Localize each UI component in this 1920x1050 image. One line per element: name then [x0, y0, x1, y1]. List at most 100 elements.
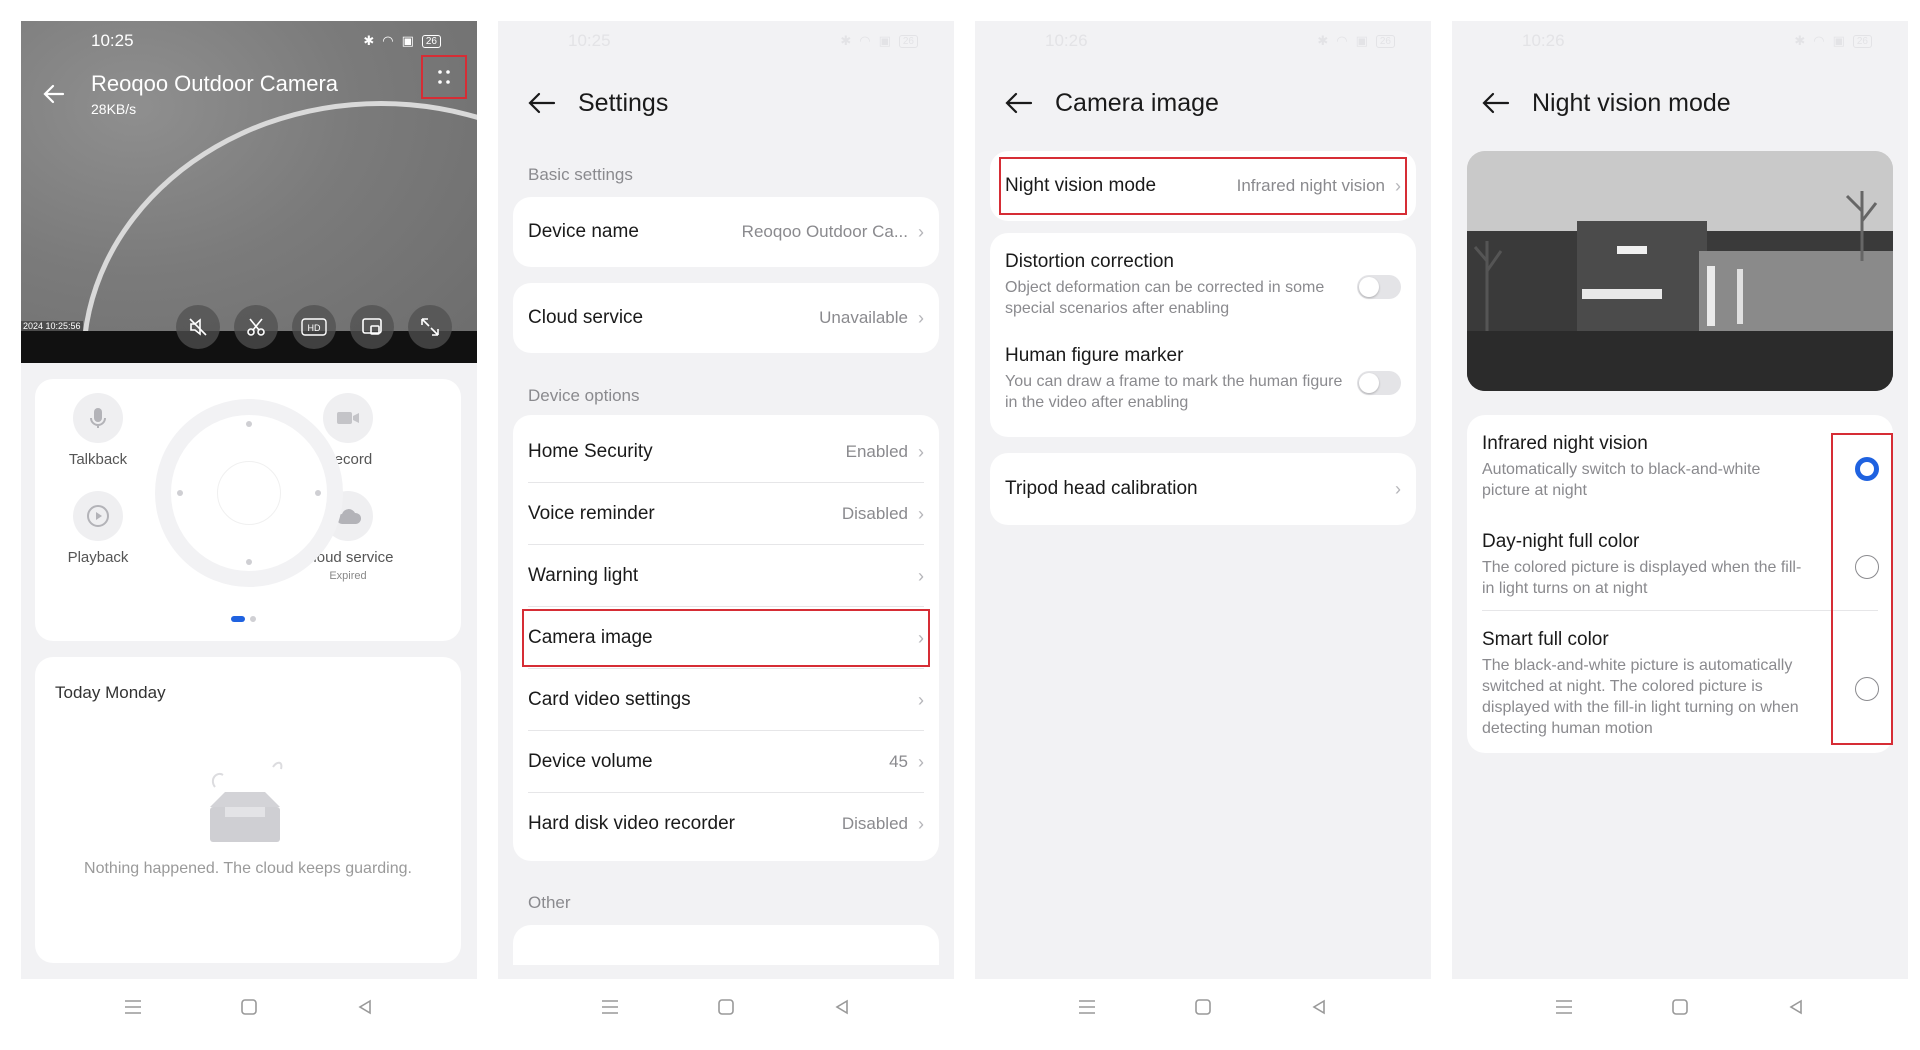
bluetooth-icon: ✱ — [1794, 33, 1806, 48]
tripod-calibration-row[interactable]: Tripod head calibration › — [990, 453, 1416, 525]
wifi-icon: ◠ — [859, 33, 871, 48]
battery-icon: 26 — [898, 34, 918, 48]
chevron-right-icon: › — [918, 307, 924, 328]
radio-unselected[interactable] — [1855, 555, 1879, 579]
option-label: Card video settings — [528, 689, 691, 710]
back-button[interactable] — [41, 81, 67, 112]
back-button[interactable] — [528, 89, 556, 117]
menu-nav-button[interactable] — [121, 995, 145, 1019]
chevron-right-icon: › — [918, 503, 924, 524]
radio-unselected[interactable] — [1855, 677, 1879, 701]
chevron-right-icon: › — [918, 565, 924, 586]
option-infrared-night-vision[interactable]: Infrared night vision Automatically swit… — [1467, 415, 1893, 513]
back-nav-button[interactable] — [830, 995, 854, 1019]
option-value: Disabled — [841, 814, 908, 833]
playback-label: Playback — [67, 549, 129, 566]
chevron-right-icon: › — [918, 751, 924, 772]
picture-in-picture-icon — [362, 318, 382, 335]
tripod-label: Tripod head calibration — [1005, 478, 1198, 499]
page-dot-active — [231, 616, 245, 622]
battery-icon: 26 — [1852, 34, 1872, 48]
page-title: Night vision mode — [1532, 88, 1731, 117]
device-name-card: Device name Reoqoo Outdoor Ca... › — [513, 197, 939, 267]
ptz-left-dot[interactable] — [177, 490, 183, 496]
status-time: 10:26 — [1045, 31, 1088, 50]
other-card — [513, 925, 939, 965]
device-name-value: Reoqoo Outdoor Ca... — [741, 222, 908, 241]
ptz-down-dot[interactable] — [246, 559, 252, 565]
back-nav-button[interactable] — [353, 995, 377, 1019]
chevron-right-icon: › — [918, 627, 924, 648]
menu-nav-button[interactable] — [598, 995, 622, 1019]
battery-icon: 26 — [1375, 34, 1395, 48]
ptz-up-dot[interactable] — [246, 421, 252, 427]
hd-icon: HD — [301, 318, 327, 336]
option-day-night-full-color[interactable]: Day-night full color The colored picture… — [1467, 513, 1893, 611]
playback-feature[interactable]: Playback — [43, 491, 153, 566]
page-indicator — [231, 616, 256, 622]
pip-button[interactable] — [350, 305, 394, 349]
status-bar: 10:26 ✱ ◠ ▣ 26 — [1452, 21, 1908, 61]
option-label: Hard disk video recorder — [528, 813, 735, 834]
arrow-left-icon — [43, 84, 65, 104]
more-options-button[interactable] — [421, 55, 467, 99]
home-nav-button[interactable] — [714, 995, 738, 1019]
chevron-right-icon: › — [1395, 478, 1401, 499]
notification-icon: ▣ — [1355, 33, 1368, 48]
home-nav-button[interactable] — [237, 995, 261, 1019]
menu-icon — [125, 1000, 141, 1014]
option-row-warning-light[interactable]: Warning light › — [513, 545, 939, 607]
fullscreen-button[interactable] — [408, 305, 452, 349]
screenshot-button[interactable] — [234, 305, 278, 349]
option-label: Day-night full color — [1482, 531, 1640, 552]
today-label: Today Monday — [55, 683, 166, 702]
more-dots-icon — [438, 70, 450, 84]
wifi-icon: ◠ — [1813, 33, 1825, 48]
option-row-card-video-settings[interactable]: Card video settings › — [513, 669, 939, 731]
option-row-voice-reminder[interactable]: Voice reminder Disabled › — [513, 483, 939, 545]
back-button[interactable] — [1005, 89, 1033, 117]
ptz-right-dot[interactable] — [315, 490, 321, 496]
distortion-toggle[interactable] — [1357, 275, 1401, 299]
radio-selected[interactable] — [1855, 457, 1879, 481]
device-options-card: Home Security Enabled › Voice reminder Di… — [513, 415, 939, 861]
option-row-home-security[interactable]: Home Security Enabled › — [513, 421, 939, 483]
mute-button[interactable] — [176, 305, 220, 349]
option-label: Camera image — [528, 627, 653, 648]
option-row-camera-image[interactable]: Camera image › — [513, 607, 939, 669]
status-bar: 10:25 ✱ ◠ ▣ 26 — [21, 21, 477, 61]
cloud-service-label: Cloud service — [528, 307, 644, 328]
notification-icon: ▣ — [878, 33, 891, 48]
back-button[interactable] — [1482, 89, 1510, 117]
menu-nav-button[interactable] — [1075, 995, 1099, 1019]
night-vision-label: Night vision mode — [1005, 175, 1157, 196]
hd-button[interactable]: HD — [292, 305, 336, 349]
system-nav-bar — [1452, 979, 1908, 1035]
back-nav-button[interactable] — [1784, 995, 1808, 1019]
video-timestamp: 2024 10:25:56 — [21, 321, 83, 331]
menu-nav-button[interactable] — [1552, 995, 1576, 1019]
status-time: 10:25 — [568, 31, 611, 50]
arrow-left-icon — [1005, 92, 1033, 114]
system-nav-bar — [975, 979, 1431, 1035]
ptz-direction-pad[interactable] — [155, 399, 343, 587]
chevron-right-icon: › — [918, 221, 924, 242]
option-label: Voice reminder — [528, 503, 655, 524]
home-nav-button[interactable] — [1668, 995, 1692, 1019]
option-row-device-volume[interactable]: Device volume 45 › — [513, 731, 939, 793]
device-name-row[interactable]: Device name Reoqoo Outdoor Ca... › — [513, 197, 939, 267]
talkback-label: Talkback — [68, 451, 128, 468]
night-vision-value: Infrared night vision — [1236, 176, 1385, 195]
scissors-icon — [247, 318, 265, 336]
talkback-feature[interactable]: Talkback — [43, 393, 153, 468]
night-vision-row[interactable]: Night vision mode Infrared night vision › — [990, 151, 1416, 221]
option-smart-full-color[interactable]: Smart full color The black-and-white pic… — [1467, 611, 1893, 753]
ptz-center — [217, 461, 281, 525]
human-marker-desc: You can draw a frame to mark the human f… — [1005, 373, 1343, 411]
human-marker-toggle[interactable] — [1357, 371, 1401, 395]
option-row-hard-disk-recorder[interactable]: Hard disk video recorder Disabled › — [513, 793, 939, 855]
home-nav-button[interactable] — [1191, 995, 1215, 1019]
bitrate-label: 28KB/s — [91, 101, 137, 117]
back-nav-button[interactable] — [1307, 995, 1331, 1019]
cloud-service-row[interactable]: Cloud service Unavailable › — [513, 283, 939, 353]
